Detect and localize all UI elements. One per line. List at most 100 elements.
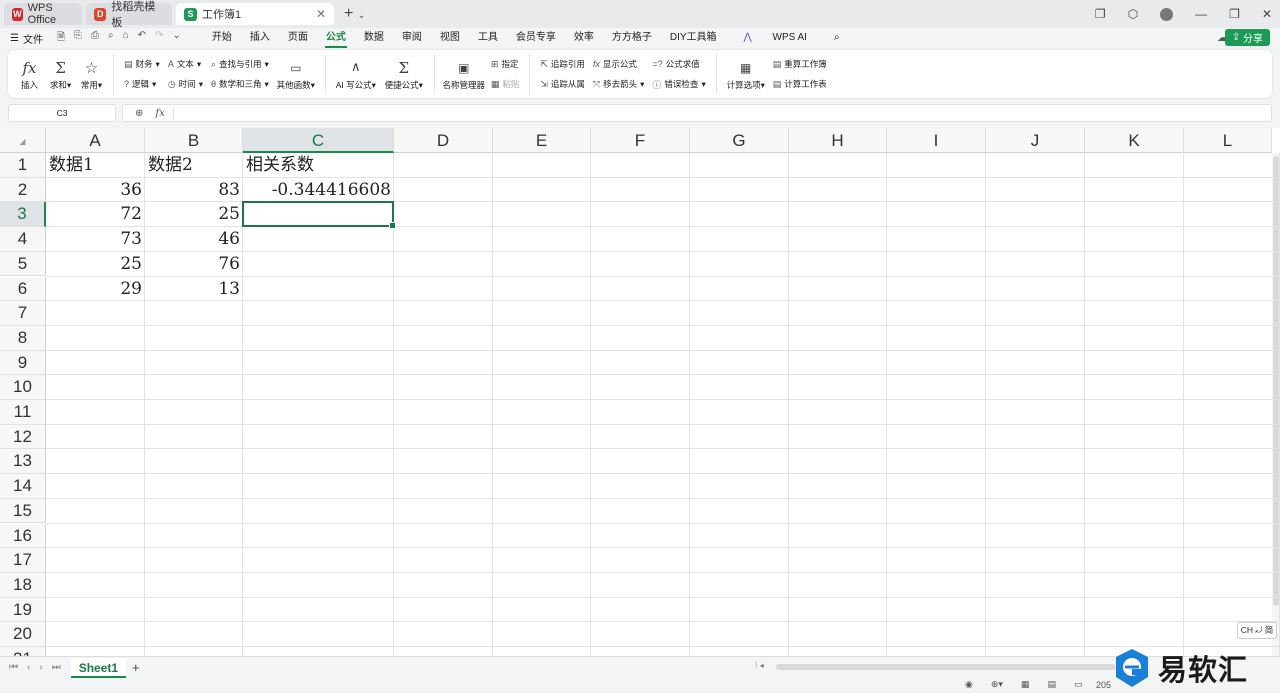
row-header-12[interactable]: 12 — [0, 424, 46, 450]
row-header-9[interactable]: 9 — [0, 350, 46, 376]
column-header-l[interactable]: L — [1184, 128, 1272, 153]
menu-member[interactable]: 会员专享 — [507, 28, 565, 48]
text-functions-button[interactable]: A 文本 ▾ — [168, 56, 203, 72]
crosshair-icon[interactable]: ⊕▾ — [991, 679, 1003, 690]
menu-page[interactable]: 页面 — [279, 28, 317, 48]
spreadsheet-grid[interactable]: ◢ A B C D E F G H I J K L 1 2 3 4 5 6 7 8 9 10 11 12 13 14 15 16 17 1… — [0, 128, 1280, 656]
column-header-h[interactable]: H — [789, 128, 887, 153]
common-functions-button[interactable]: ☆ 常用▾ — [76, 54, 107, 94]
column-header-j[interactable]: J — [986, 128, 1085, 153]
menu-diy-toolbox[interactable]: DIY工具箱 — [661, 28, 726, 48]
row-header-16[interactable]: 16 — [0, 523, 46, 549]
menu-view[interactable]: 视图 — [431, 28, 469, 48]
ime-indicator[interactable]: CH ⤾ 简 — [1237, 622, 1277, 639]
column-header-c[interactable]: C — [243, 128, 394, 153]
box-icon[interactable]: ⬡ — [1128, 7, 1138, 21]
row-header-8[interactable]: 8 — [0, 325, 46, 351]
column-header-d[interactable]: D — [394, 128, 493, 153]
cell-c2[interactable]: -0.344416608 — [243, 178, 394, 202]
window-restore-group-icon[interactable]: ❐ — [1095, 7, 1106, 21]
add-sheet-icon[interactable]: + — [132, 660, 140, 675]
file-menu[interactable]: ☰ 文件 — [10, 31, 43, 46]
cell-b5[interactable]: 76 — [145, 252, 243, 276]
ai-formula-button[interactable]: ∧ AI 写公式▾ — [332, 54, 380, 94]
logic-functions-button[interactable]: ? 逻辑 ▾ — [124, 76, 160, 92]
menu-tools[interactable]: 工具 — [469, 28, 507, 48]
horizontal-scrollbar[interactable] — [776, 664, 1116, 670]
formula-input[interactable]: ⊕ fx — [122, 104, 1272, 122]
cell-a3[interactable]: 72 — [46, 202, 145, 226]
redo-icon[interactable]: ↷ — [155, 30, 163, 47]
tab-workbook1[interactable]: S 工作簿1 ✕ — [176, 3, 334, 25]
math-functions-button[interactable]: θ 数学和三角 ▾ — [211, 76, 269, 92]
row-header-5[interactable]: 5 — [0, 251, 46, 277]
remove-arrows-button[interactable]: ⤧ 移去箭头 ▾ — [593, 76, 645, 92]
paste-name-button[interactable]: ▦ 粘贴 — [491, 76, 520, 92]
column-header-e[interactable]: E — [493, 128, 591, 153]
row-header-17[interactable]: 17 — [0, 548, 46, 573]
export-icon[interactable]: ⎘ — [74, 30, 82, 47]
menu-home[interactable]: 开始 — [203, 28, 241, 48]
cell-a1[interactable]: 数据1 — [46, 153, 145, 177]
normal-view-icon[interactable]: ▦ — [1021, 679, 1030, 690]
print-icon[interactable]: ⎙ — [91, 30, 99, 47]
column-header-b[interactable]: B — [145, 128, 243, 153]
cell-b2[interactable]: 83 — [145, 178, 243, 202]
column-header-g[interactable]: G — [690, 128, 789, 153]
cell-a6[interactable]: 29 — [46, 277, 145, 301]
prev-sheet-icon[interactable]: ‹ — [27, 662, 30, 673]
row-header-7[interactable]: 7 — [0, 301, 46, 326]
cell-b3[interactable]: 25 — [145, 202, 243, 226]
zoom-formula-icon[interactable]: ⊕ — [135, 108, 143, 119]
quick-formula-button[interactable]: Σ 便捷公式▾ — [380, 54, 428, 94]
cell-a4[interactable]: 73 — [46, 227, 145, 251]
row-header-4[interactable]: 4 — [0, 227, 46, 252]
fx-label[interactable]: fx — [155, 108, 164, 119]
cell-b4[interactable]: 46 — [145, 227, 243, 251]
minimize-icon[interactable]: — — [1195, 7, 1207, 21]
cell-a2[interactable]: 36 — [46, 178, 145, 202]
last-sheet-icon[interactable]: ⏭ — [52, 662, 61, 673]
time-functions-button[interactable]: ◷ 时间 ▾ — [168, 76, 203, 92]
save-icon[interactable]: 🗎 — [57, 30, 65, 47]
eye-icon[interactable]: ◉ — [965, 679, 973, 690]
close-window-icon[interactable]: ✕ — [1262, 7, 1272, 21]
cell-c1[interactable]: 相关系数 — [243, 153, 394, 177]
cell-b1[interactable]: 数据2 — [145, 153, 243, 177]
sheet-tab-sheet1[interactable]: Sheet1 — [70, 657, 127, 678]
chevron-down-icon[interactable]: ⌄ — [172, 30, 180, 47]
zoom-level[interactable]: 205 — [1096, 680, 1111, 690]
lookup-functions-button[interactable]: ⌕ 查找与引用 ▾ — [211, 56, 269, 72]
menu-ffgz[interactable]: 方方格子 — [603, 28, 661, 48]
scroll-left-icon[interactable]: ⁝ ◂ — [755, 661, 764, 670]
insert-function-button[interactable]: fx 插入 — [14, 54, 45, 94]
calc-options-button[interactable]: ▦ 计算选项▾ — [723, 54, 769, 94]
row-header-11[interactable]: 11 — [0, 400, 46, 425]
recalc-workbook-button[interactable]: ▤ 重算工作簿 — [773, 56, 827, 72]
row-header-15[interactable]: 15 — [0, 498, 46, 524]
row-header-1[interactable]: 1 — [0, 153, 46, 178]
maximize-icon[interactable]: ❐ — [1229, 7, 1240, 21]
search-icon[interactable]: ⌕ — [825, 28, 849, 48]
autosum-button[interactable]: Σ 求和▾ — [45, 54, 76, 94]
menu-insert[interactable]: 插入 — [241, 28, 279, 48]
trace-dependents-button[interactable]: ⇲ 追踪从属 — [540, 76, 585, 92]
next-sheet-icon[interactable]: › — [39, 662, 42, 673]
calc-sheet-button[interactable]: ▤ 计算工作表 — [773, 76, 827, 92]
column-header-k[interactable]: K — [1085, 128, 1184, 153]
share-button[interactable]: ⇪ 分享 — [1224, 29, 1270, 46]
specify-button[interactable]: ⊞ 指定 — [491, 56, 520, 72]
page-layout-icon[interactable]: ▤ — [1047, 679, 1056, 690]
avatar[interactable] — [1160, 7, 1174, 21]
column-header-f[interactable]: F — [591, 128, 690, 153]
name-box[interactable]: C3 — [8, 104, 116, 122]
cell-b6[interactable]: 13 — [145, 277, 243, 301]
name-manager-button[interactable]: ▣ 名称管理器 — [441, 54, 487, 94]
menu-formulas[interactable]: 公式 — [317, 28, 355, 48]
row-header-21[interactable]: 21 — [0, 647, 46, 656]
new-tab-icon[interactable]: + ⌄ — [344, 5, 365, 23]
row-header-19[interactable]: 19 — [0, 597, 46, 623]
menu-efficiency[interactable]: 效率 — [565, 28, 603, 48]
menu-review[interactable]: 审阅 — [393, 28, 431, 48]
column-header-i[interactable]: I — [887, 128, 986, 153]
